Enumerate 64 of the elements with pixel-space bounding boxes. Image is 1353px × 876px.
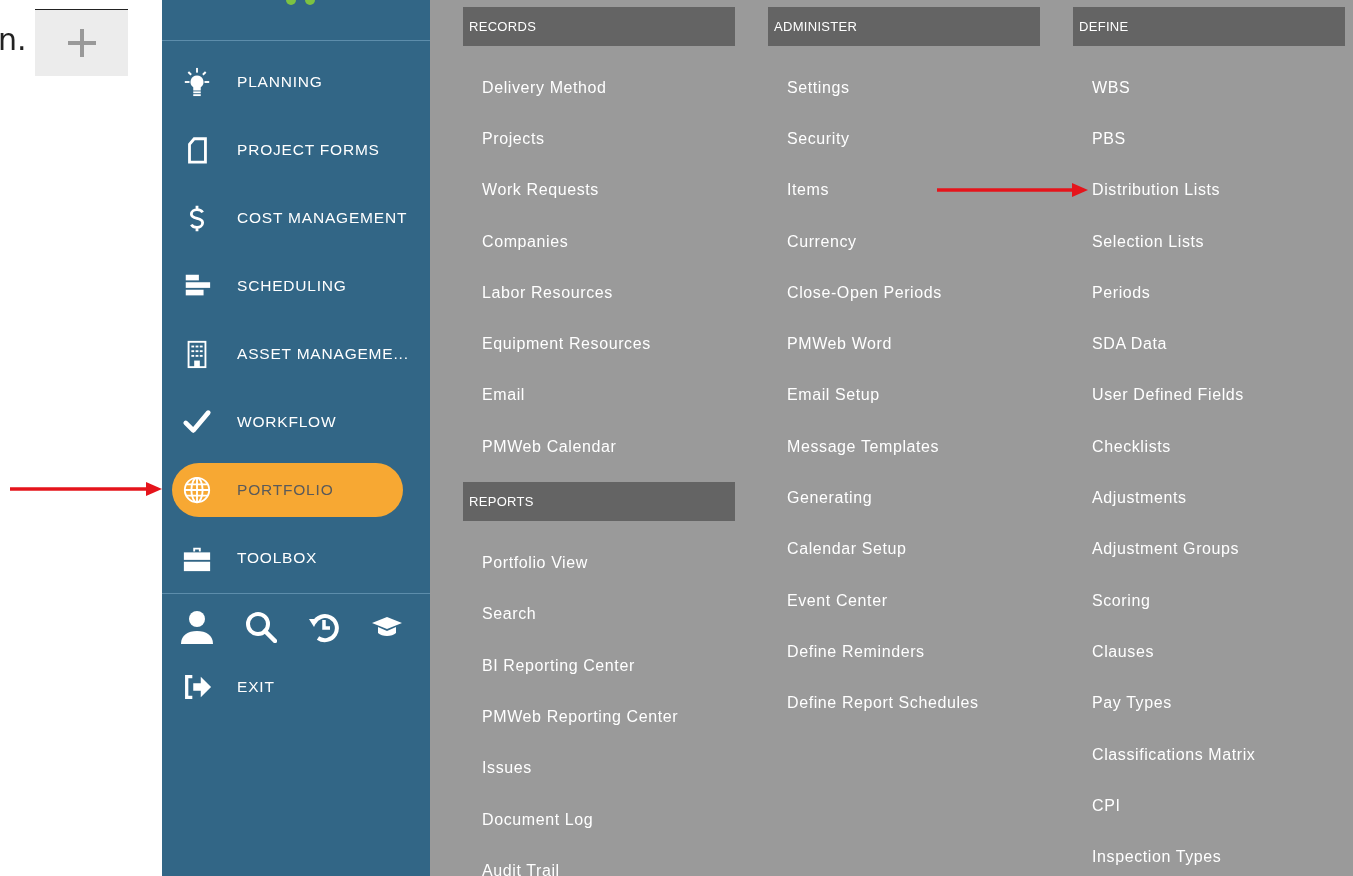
globe-icon <box>182 475 212 505</box>
plus-icon <box>66 28 97 58</box>
sidebar-item[interactable]: PROJECT FORMS <box>172 123 403 177</box>
section-header: DEFINE <box>1073 7 1345 46</box>
sidebar-item[interactable]: PORTFOLIO <box>172 463 403 517</box>
menu-item[interactable]: SDA Data <box>1092 335 1168 354</box>
menu-item[interactable]: Scoring <box>1092 591 1151 610</box>
menu-item[interactable]: Clauses <box>1092 642 1154 661</box>
menu-item[interactable]: PMWeb Reporting Center <box>482 707 679 726</box>
search-icon[interactable] <box>245 611 277 643</box>
menu-item[interactable]: Define Reminders <box>787 642 925 661</box>
menu-item[interactable]: Inspection Types <box>1092 848 1222 867</box>
sidebar-item[interactable]: WORKFLOW <box>172 395 403 449</box>
menu-item[interactable]: Generating <box>787 489 873 507</box>
history-icon[interactable] <box>308 611 340 643</box>
menu-item[interactable]: Message Templates <box>787 437 940 456</box>
menu-item[interactable]: Settings <box>787 78 850 97</box>
menu-item[interactable]: PMWeb Word <box>787 335 892 354</box>
menu-item[interactable]: PMWeb Calendar <box>482 437 617 456</box>
menu-item[interactable]: Pay Types <box>1092 694 1172 713</box>
section-header: ADMINISTER <box>768 7 1040 46</box>
menu-item[interactable]: Labor Resources <box>482 283 613 302</box>
menu-item[interactable]: CPI <box>1092 796 1121 815</box>
menu-item[interactable]: Work Requests <box>482 181 599 200</box>
menu-item[interactable]: Companies <box>482 232 569 251</box>
menu-item[interactable]: WBS <box>1092 78 1131 97</box>
menu-item[interactable]: Email <box>482 386 525 405</box>
menu-item[interactable]: Event Center <box>787 591 888 610</box>
section-header: REPORTS <box>463 482 735 522</box>
bulb-icon <box>182 67 212 97</box>
menu-item[interactable]: User Defined Fields <box>1092 386 1244 405</box>
menu-item[interactable]: PBS <box>1092 129 1126 148</box>
sidebar-item[interactable]: TOOLBOX <box>172 531 403 585</box>
menu-item[interactable]: Classifications Matrix <box>1092 745 1256 764</box>
menu-item[interactable]: Delivery Method <box>482 78 607 97</box>
exit-icon <box>182 672 212 702</box>
menu-item[interactable]: Audit Trail <box>482 861 560 876</box>
text-fragment: n. <box>0 22 28 57</box>
menu-item[interactable]: Distribution Lists <box>1092 181 1221 200</box>
menu-item[interactable]: BI Reporting Center <box>482 656 635 675</box>
graduation-cap-icon[interactable] <box>371 616 403 638</box>
sidebar-item[interactable]: PLANNING <box>172 55 403 109</box>
sidebar-item[interactable]: SCHEDULING <box>172 259 403 313</box>
menu-item[interactable]: Periods <box>1092 283 1151 302</box>
section-header: RECORDS <box>463 7 735 46</box>
menu-item[interactable]: Calendar Setup <box>787 540 907 559</box>
menu-item[interactable]: Projects <box>482 129 545 148</box>
menu-item[interactable]: Search <box>482 605 537 624</box>
menu-item[interactable]: Adjustments <box>1092 489 1187 507</box>
menu-item[interactable]: Currency <box>787 232 857 251</box>
menu-item[interactable]: Selection Lists <box>1092 232 1205 251</box>
menu-item[interactable]: Equipment Resources <box>482 335 651 354</box>
menu-item[interactable]: Issues <box>482 759 532 778</box>
menu-item[interactable]: Define Report Schedules <box>787 694 979 713</box>
menu-item[interactable]: Items <box>787 181 830 200</box>
menu-item[interactable]: Adjustment Groups <box>1092 540 1240 559</box>
menu-item[interactable]: Checklists <box>1092 437 1171 456</box>
menu-item[interactable]: Email Setup <box>787 386 880 405</box>
user-icon[interactable] <box>180 610 214 644</box>
menu-item[interactable]: Security <box>787 129 850 148</box>
exit-item[interactable]: EXIT <box>172 660 403 714</box>
menu-item[interactable]: Portfolio View <box>482 554 588 572</box>
menu-item[interactable]: Document Log <box>482 810 594 829</box>
menu-item[interactable]: Close-Open Periods <box>787 283 942 302</box>
